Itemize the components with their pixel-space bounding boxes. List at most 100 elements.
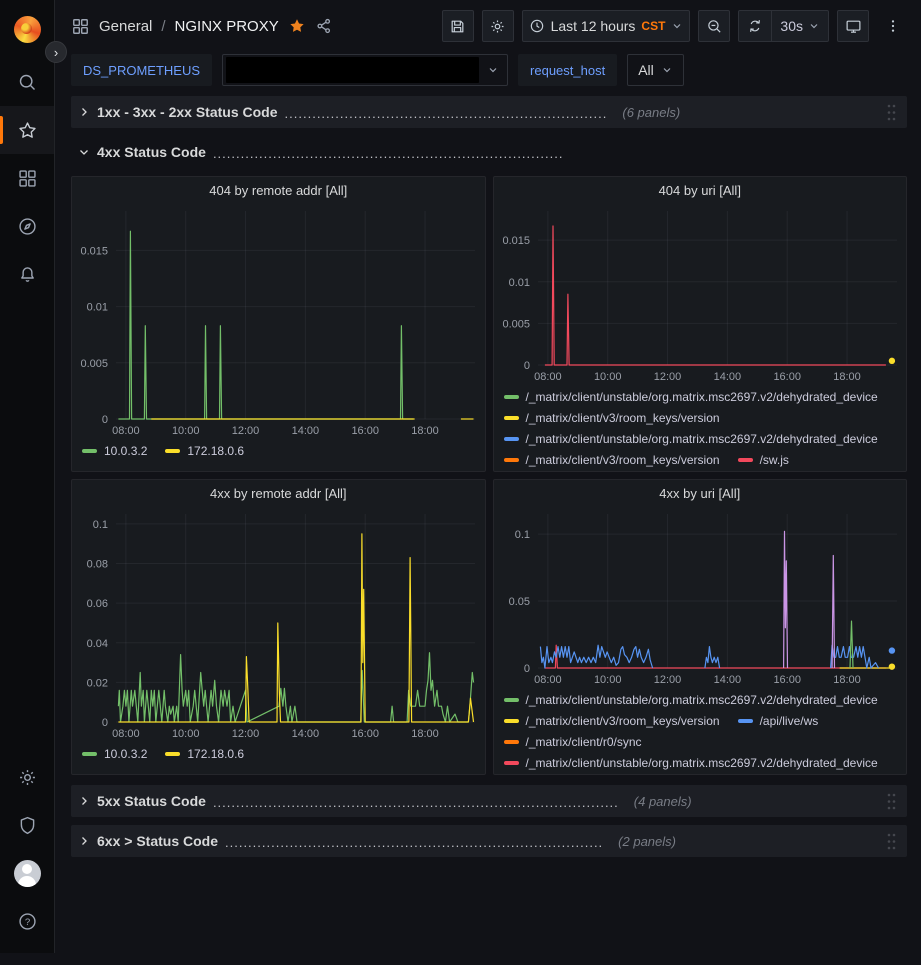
legend-item[interactable]: /sw.js — [738, 449, 789, 470]
breadcrumb: General / NGINX PROXY — [71, 17, 333, 36]
legend-item[interactable]: /_matrix/client/r0/sync — [504, 731, 642, 752]
legend-item[interactable]: 172.18.0.6 — [165, 743, 244, 764]
svg-text:0.005: 0.005 — [502, 318, 530, 330]
zoom-out-time-button[interactable] — [698, 10, 730, 42]
sidebar-item-starred[interactable] — [0, 106, 54, 154]
legend-item[interactable]: /_matrix/client/unstable/org.matrix.msc2… — [504, 386, 878, 407]
sidebar-item-configuration[interactable] — [0, 753, 54, 801]
svg-text:0.015: 0.015 — [502, 235, 530, 247]
gear-icon — [17, 767, 38, 788]
drag-dots-icon — [886, 103, 897, 122]
sidebar-item-alerting[interactable] — [0, 250, 54, 298]
svg-text:12:00: 12:00 — [232, 728, 260, 740]
panel-title[interactable]: 4xx by remote addr [All] — [72, 480, 485, 506]
svg-text:16:00: 16:00 — [773, 674, 801, 686]
row-title: 5xx Status Code — [97, 793, 206, 809]
legend-label: 172.18.0.6 — [187, 747, 244, 761]
sidebar-item-profile[interactable] — [0, 849, 54, 897]
svg-text:0.01: 0.01 — [508, 277, 529, 289]
gear-icon — [489, 18, 506, 35]
legend-item[interactable]: /_matrix/client/unstable/org.matrix.msc2… — [504, 428, 878, 449]
row-drag-handle[interactable] — [886, 832, 897, 851]
legend-item[interactable]: 10.0.3.2 — [82, 440, 147, 461]
time-series-chart[interactable]: 08:0010:0012:0014:0016:0018:0000.020.040… — [72, 506, 485, 742]
time-series-chart[interactable]: 08:0010:0012:0014:0016:0018:0000.050.1 — [494, 506, 907, 688]
panels-grid: 404 by remote addr [All] 08:0010:0012:00… — [71, 176, 907, 775]
legend-item[interactable]: /_matrix/client/unstable/org.matrix.msc2… — [504, 689, 878, 710]
svg-text:08:00: 08:00 — [112, 425, 140, 437]
legend-swatch — [738, 719, 753, 723]
svg-text:0.1: 0.1 — [93, 519, 108, 531]
legend-item[interactable]: 172.18.0.6 — [165, 440, 244, 461]
time-range-picker[interactable]: Last 12 hours CST — [522, 10, 691, 42]
variable-value-ds-prometheus[interactable] — [222, 54, 508, 86]
row-header-4xx[interactable]: 4xx Status Code ........................… — [71, 136, 907, 168]
refresh-interval-dropdown[interactable]: 30s — [772, 11, 828, 41]
more-options-button[interactable] — [877, 10, 909, 42]
chevron-down-icon — [808, 20, 820, 32]
row-drag-handle[interactable] — [886, 792, 897, 811]
chevron-down-icon — [671, 20, 683, 32]
search-icon — [17, 72, 38, 93]
empty-space — [71, 865, 907, 965]
variable-value-request-host[interactable]: All — [627, 54, 684, 86]
monitor-icon — [845, 18, 862, 35]
panel-title[interactable]: 404 by uri [All] — [494, 177, 907, 203]
legend-label: /_matrix/client/v3/room_keys/version — [526, 453, 720, 467]
zoom-out-icon — [706, 18, 723, 35]
svg-text:0.005: 0.005 — [80, 358, 108, 370]
variables-bar: DS_PROMETHEUS request_host All — [55, 52, 921, 94]
legend-label: /_matrix/client/r0/sync — [526, 735, 642, 749]
sidebar-expand-button[interactable]: › — [45, 41, 67, 63]
drag-dots-icon — [886, 832, 897, 851]
svg-text:12:00: 12:00 — [653, 674, 681, 686]
legend-label: 10.0.3.2 — [104, 444, 147, 458]
share-icon[interactable] — [315, 17, 333, 35]
legend-swatch — [82, 449, 97, 453]
breadcrumb-dashboard-title[interactable]: NGINX PROXY — [175, 18, 279, 35]
legend-swatch — [504, 416, 519, 420]
breadcrumb-folder[interactable]: General — [99, 18, 152, 35]
svg-text:0.06: 0.06 — [87, 598, 108, 610]
svg-text:0.015: 0.015 — [80, 245, 108, 257]
panel-404-by-remote-addr: 404 by remote addr [All] 08:0010:0012:00… — [71, 176, 486, 472]
svg-text:18:00: 18:00 — [411, 728, 439, 740]
row-header-6xx[interactable]: 6xx > Status Code ......................… — [71, 825, 907, 857]
save-dashboard-button[interactable] — [442, 10, 474, 42]
row-title: 1xx - 3xx - 2xx Status Code — [97, 104, 278, 120]
svg-text:10:00: 10:00 — [593, 674, 621, 686]
svg-text:08:00: 08:00 — [534, 371, 562, 383]
shield-icon — [17, 815, 38, 836]
legend-swatch — [504, 740, 519, 744]
legend-swatch — [82, 752, 97, 756]
legend-item[interactable]: 10.0.3.2 — [82, 743, 147, 764]
row-header-5xx[interactable]: 5xx Status Code ........................… — [71, 785, 907, 817]
legend-item[interactable]: /api/live/ws — [738, 710, 819, 731]
dashboard-settings-button[interactable] — [482, 10, 514, 42]
refresh-button[interactable] — [739, 11, 771, 41]
legend-item[interactable]: /_matrix/client/unstable/org.matrix.msc2… — [504, 752, 878, 773]
time-series-chart[interactable]: 08:0010:0012:0014:0016:0018:0000.0050.01… — [494, 203, 907, 385]
legend-swatch — [504, 458, 519, 462]
row-header-1xx-3xx-2xx[interactable]: 1xx - 3xx - 2xx Status Code ............… — [71, 96, 907, 128]
legend-item[interactable]: /_matrix/client/v3/room_keys/version — [504, 710, 720, 731]
time-series-chart[interactable]: 08:0010:0012:0014:0016:0018:0000.0050.01… — [72, 203, 485, 439]
sidebar-item-server-admin[interactable] — [0, 801, 54, 849]
row-leader-dots: ........................................… — [213, 792, 619, 810]
chevron-right-icon — [78, 795, 90, 807]
tv-mode-button[interactable] — [837, 10, 869, 42]
favorite-star-icon[interactable] — [288, 17, 306, 35]
row-drag-handle[interactable] — [886, 103, 897, 122]
sidebar-item-explore[interactable] — [0, 202, 54, 250]
legend-item[interactable]: /_matrix/client/v3/room_keys/version — [504, 407, 720, 428]
legend-label: /_matrix/client/unstable/org.matrix.msc2… — [526, 693, 878, 707]
sidebar-item-search[interactable] — [0, 58, 54, 106]
legend-swatch — [504, 719, 519, 723]
sidebar-item-help[interactable]: ? — [0, 897, 54, 945]
dashboards-grid-icon — [17, 168, 38, 189]
sidebar-item-dashboards[interactable] — [0, 154, 54, 202]
panel-title[interactable]: 4xx by uri [All] — [494, 480, 907, 506]
legend-item[interactable]: /_matrix/client/v3/room_keys/version — [504, 449, 720, 470]
legend-label: /api/live/ws — [760, 714, 819, 728]
panel-title[interactable]: 404 by remote addr [All] — [72, 177, 485, 203]
